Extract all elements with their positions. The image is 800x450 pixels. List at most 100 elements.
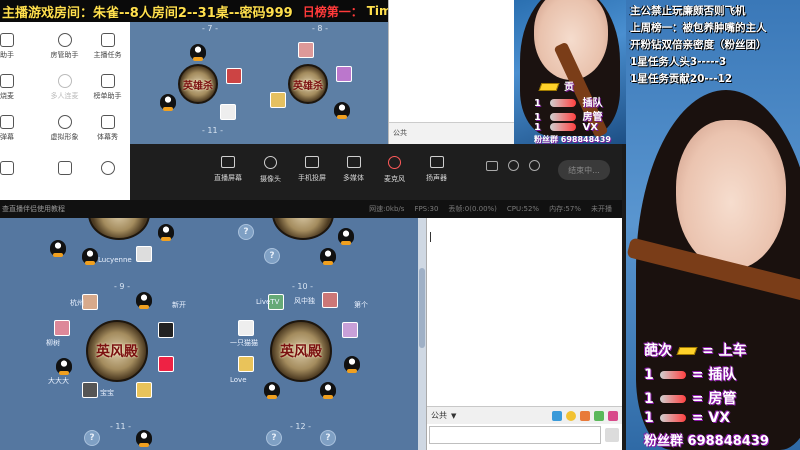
tool-helper[interactable]: 助手 — [0, 26, 43, 67]
seat-occupied[interactable] — [320, 248, 336, 265]
seat-occupied[interactable] — [50, 240, 66, 257]
eye-icon[interactable] — [508, 160, 519, 171]
table-number: - 8 - — [312, 24, 328, 33]
seat-avatar[interactable] — [298, 42, 314, 58]
tool-room-admin[interactable]: 房管助手 — [43, 26, 86, 67]
media-button[interactable]: 多媒体 — [343, 156, 364, 183]
player-name: 大大大 — [48, 377, 69, 385]
table-number: - 9 - — [114, 282, 130, 291]
seat-avatar[interactable] — [54, 320, 70, 336]
seat-occupied[interactable] — [264, 382, 280, 399]
seat-avatar[interactable] — [336, 66, 352, 82]
emoji-icon[interactable] — [566, 410, 576, 421]
seat-avatar[interactable] — [158, 356, 174, 372]
cpu-usage: CPU:52% — [506, 205, 540, 213]
seat-empty[interactable]: ? — [266, 430, 282, 446]
status-bar: 查直播伴侣使用教程 网速:0kb/s FPS:30 丢帧:0(0.00%) CP… — [0, 200, 622, 218]
camera-icon — [264, 156, 277, 169]
tutorial-link[interactable]: 查直播伴侣使用教程 — [2, 204, 369, 214]
table-gong: 英雄杀 — [178, 64, 218, 104]
record-icon[interactable] — [486, 160, 498, 171]
microphone-button[interactable]: 麦克风 — [384, 156, 405, 184]
player-name: 新开 — [172, 301, 186, 309]
seat-avatar[interactable] — [270, 92, 286, 108]
gold-icon — [676, 347, 698, 355]
tool-item[interactable]: 烧麦 — [0, 67, 43, 108]
chevron-down-icon[interactable]: ▼ — [451, 412, 456, 420]
streamer-face — [676, 120, 786, 270]
chat-channel-label: 公共 — [393, 129, 407, 137]
player-name: 风中独 — [294, 297, 315, 305]
seat-avatar[interactable] — [226, 68, 242, 84]
fire-icon — [100, 161, 115, 175]
speaker-button[interactable]: 扬声器 — [426, 156, 447, 183]
room-info: 主播游戏房间：朱雀--8人房间2--31桌--密码999 — [2, 5, 293, 21]
seat-occupied[interactable] — [344, 356, 360, 373]
fans-group: 粉丝群 698848439 — [644, 434, 769, 449]
tool-fire[interactable] — [86, 149, 129, 190]
seat-avatar[interactable] — [82, 294, 98, 310]
seat-empty[interactable]: ? — [84, 430, 100, 446]
seat-empty[interactable]: ? — [320, 430, 336, 446]
seat-avatar[interactable] — [322, 292, 338, 308]
seat-avatar[interactable] — [238, 356, 254, 372]
tool-virtual-avatar[interactable]: 虚拟形象 — [43, 108, 86, 149]
end-live-button[interactable]: 结束中... — [558, 160, 610, 180]
seat-avatar[interactable] — [82, 382, 98, 398]
image-icon[interactable] — [594, 410, 604, 421]
warning-icon[interactable] — [552, 410, 562, 421]
seat-occupied[interactable] — [56, 358, 72, 375]
chat-input[interactable] — [429, 426, 601, 444]
seat-occupied[interactable] — [160, 94, 176, 111]
seat-occupied[interactable] — [320, 382, 336, 399]
scrollbar-thumb[interactable] — [419, 268, 425, 348]
reward-left: 1 — [644, 367, 654, 383]
tool-rank-helper[interactable]: 榜单助手 — [86, 67, 129, 108]
chat-channel-select[interactable]: 公共 — [431, 410, 447, 421]
table-number: - 10 - — [292, 282, 314, 291]
seat-avatar[interactable] — [220, 104, 236, 120]
tool-show[interactable]: 体幕秀 — [86, 108, 129, 149]
user-admin-icon — [57, 33, 72, 47]
reward-left: 1 — [644, 410, 654, 426]
reward-row-1: 葩次 = 上车 — [644, 340, 747, 360]
camera-button[interactable]: 摄像头 — [260, 156, 281, 184]
seat-occupied[interactable] — [136, 430, 152, 447]
seat-occupied[interactable] — [334, 102, 350, 119]
live-control-bar: 直播屏幕 摄像头 手机投屏 多媒体 麦克风 扬声器 结束中... — [130, 144, 622, 200]
seat-empty[interactable]: ? — [264, 248, 280, 264]
color-icon[interactable] — [580, 410, 590, 421]
seat-occupied[interactable] — [82, 248, 98, 265]
tool-anchor-task[interactable]: 主播任务 — [86, 26, 129, 67]
tool-misc[interactable] — [0, 149, 43, 190]
rocket-icon — [550, 123, 577, 131]
cam-reward-2: 1 插队 — [534, 98, 603, 109]
seat-occupied[interactable] — [158, 224, 174, 241]
seat-avatar[interactable] — [158, 322, 174, 338]
seat-avatar[interactable] — [342, 322, 358, 338]
gold-icon — [538, 83, 560, 91]
send-button[interactable] — [605, 428, 619, 442]
screen-capture-button[interactable]: 直播屏幕 — [214, 156, 242, 183]
reward-right: = VX — [691, 410, 730, 426]
seat-occupied[interactable] — [136, 292, 152, 309]
phone-cast-button[interactable]: 手机投屏 — [298, 156, 326, 183]
chat-toolbar-top[interactable]: 公共 — [389, 122, 514, 144]
seat-avatar[interactable] — [238, 320, 254, 336]
seat-empty[interactable]: ? — [238, 224, 254, 240]
settings-icon[interactable] — [608, 410, 618, 421]
streamer-overlay: 主公禁止玩廉颇否则飞机 上周榜一：被包养肿嘴的主人 开粉钻双倍亲密度（粉丝团） … — [626, 0, 800, 450]
seat-occupied[interactable] — [190, 44, 206, 61]
tool-multi-mic[interactable]: 多人连麦 — [43, 67, 86, 108]
seat-avatar[interactable] — [136, 382, 152, 398]
game-lobby: Lucyenne ? ? - 9 - - 10 - 英风殿 杭州 新开 柳树 大… — [0, 218, 418, 450]
media-icon — [346, 156, 361, 168]
lobby-scrollbar[interactable] — [418, 218, 426, 450]
table-gong — [88, 218, 150, 240]
tool-gift[interactable] — [43, 149, 86, 190]
seat-occupied[interactable] — [338, 228, 354, 245]
rule-2: 上周榜一：被包养肿嘴的主人 — [630, 22, 767, 34]
gear-icon[interactable] — [529, 160, 540, 171]
seat-avatar[interactable] — [136, 246, 152, 262]
tool-danmaku[interactable]: 弹幕 — [0, 108, 43, 149]
